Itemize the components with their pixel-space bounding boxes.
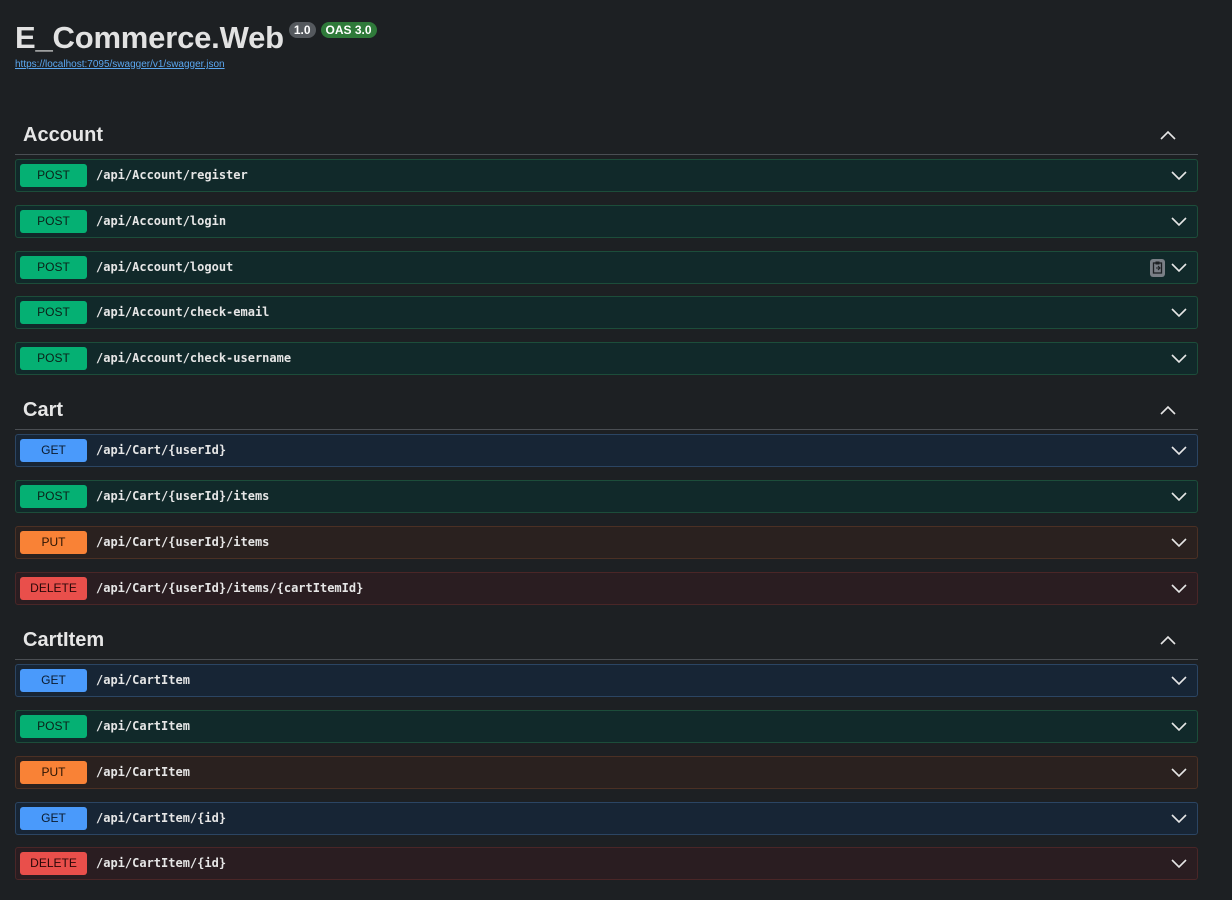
swagger-json-link[interactable]: https://localhost:7095/swagger/v1/swagge… (15, 59, 377, 70)
section-title: Cart (23, 399, 64, 421)
method-badge: POST (20, 256, 87, 279)
operation-row[interactable]: PUT /api/Cart/{userId}/items (15, 526, 1198, 559)
method-badge: POST (20, 301, 87, 324)
chevron-down-icon[interactable] (1171, 537, 1187, 548)
operation-path: /api/Account/check-email (96, 305, 270, 319)
method-badge: GET (20, 439, 87, 462)
chevron-down-icon[interactable] (1171, 262, 1187, 273)
chevron-down-icon[interactable] (1171, 675, 1187, 686)
method-badge: DELETE (20, 577, 87, 600)
api-info: E_Commerce.Web 1.0 OAS 3.0 https://local… (15, 18, 377, 70)
method-badge: GET (20, 807, 87, 830)
chevron-down-icon[interactable] (1171, 216, 1187, 227)
chevron-down-icon[interactable] (1171, 353, 1187, 364)
chevron-down-icon[interactable] (1171, 491, 1187, 502)
operation-row[interactable]: DELETE /api/CartItem/{id} (15, 847, 1198, 880)
operation-row[interactable]: POST /api/Account/check-username (15, 342, 1198, 375)
operation-path: /api/CartItem (96, 765, 190, 779)
operation-row[interactable]: POST /api/Account/register (15, 159, 1198, 192)
section-header-cartitem[interactable]: CartItem (15, 625, 1198, 660)
chevron-down-icon[interactable] (1171, 813, 1187, 824)
operation-row[interactable]: POST /api/Cart/{userId}/items (15, 480, 1198, 513)
operation-path: /api/Account/login (96, 214, 227, 228)
operation-path: /api/Account/check-username (96, 351, 292, 365)
chevron-down-icon[interactable] (1171, 721, 1187, 732)
operation-row[interactable]: POST /api/CartItem (15, 710, 1198, 743)
chevron-down-icon[interactable] (1171, 445, 1187, 456)
operation-row[interactable]: GET /api/CartItem/{id} (15, 802, 1198, 835)
method-badge: DELETE (20, 852, 87, 875)
title-row: E_Commerce.Web 1.0 OAS 3.0 (15, 18, 377, 58)
operation-path: /api/Cart/{userId}/items (96, 489, 270, 503)
section-header-account[interactable]: Account (15, 120, 1198, 155)
version-badge: 1.0 (288, 22, 316, 38)
chevron-down-icon[interactable] (1171, 767, 1187, 778)
operation-row[interactable]: POST /api/Account/logout (15, 251, 1198, 284)
method-badge: POST (20, 210, 87, 233)
operation-path: /api/Cart/{userId}/items/{cartItemId} (96, 581, 364, 595)
chevron-up-icon[interactable] (1160, 634, 1176, 646)
chevron-down-icon[interactable] (1171, 583, 1187, 594)
method-badge: GET (20, 669, 87, 692)
operation-path: /api/CartItem/{id} (96, 856, 227, 870)
api-title: E_Commerce.Web (15, 20, 284, 55)
operation-path: /api/CartItem (96, 719, 190, 733)
operation-path: /api/Cart/{userId} (96, 443, 227, 457)
method-badge: POST (20, 347, 87, 370)
operation-path: /api/Account/register (96, 168, 248, 182)
chevron-down-icon[interactable] (1171, 170, 1187, 181)
operation-row[interactable]: POST /api/Account/login (15, 205, 1198, 238)
operation-row[interactable]: GET /api/Cart/{userId} (15, 434, 1198, 467)
chevron-up-icon[interactable] (1160, 404, 1176, 416)
operation-path: /api/Cart/{userId}/items (96, 535, 270, 549)
operation-path: /api/Account/logout (96, 260, 234, 274)
operation-path: /api/CartItem/{id} (96, 811, 227, 825)
section-title: CartItem (23, 629, 105, 651)
operation-row[interactable]: DELETE /api/Cart/{userId}/items/{cartIte… (15, 572, 1198, 605)
section-header-cart[interactable]: Cart (15, 395, 1198, 430)
copy-to-clipboard-button[interactable] (1150, 259, 1165, 277)
method-badge: PUT (20, 531, 87, 554)
method-badge: POST (20, 715, 87, 738)
section-title: Account (23, 124, 103, 146)
operation-row[interactable]: POST /api/Account/check-email (15, 296, 1198, 329)
oas-badge: OAS 3.0 (320, 22, 377, 38)
method-badge: PUT (20, 761, 87, 784)
operation-row[interactable]: PUT /api/CartItem (15, 756, 1198, 789)
chevron-up-icon[interactable] (1160, 129, 1176, 141)
chevron-down-icon[interactable] (1171, 858, 1187, 869)
method-badge: POST (20, 485, 87, 508)
clipboard-icon (1152, 261, 1163, 274)
method-badge: POST (20, 164, 87, 187)
chevron-down-icon[interactable] (1171, 307, 1187, 318)
operation-path: /api/CartItem (96, 673, 190, 687)
operation-row[interactable]: GET /api/CartItem (15, 664, 1198, 697)
